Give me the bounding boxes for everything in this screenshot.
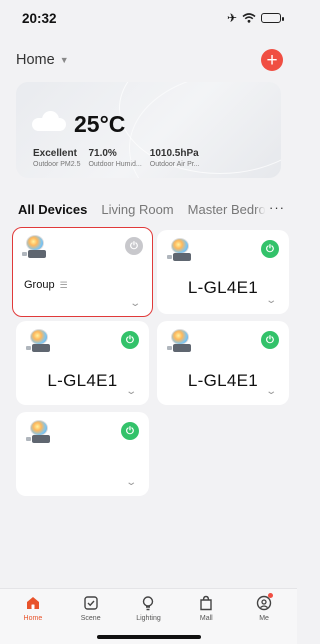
metric-value: Excellent [33,148,77,159]
nav-label: Mall [199,615,213,622]
power-button[interactable]: ⏻ [261,331,279,349]
tab-master-bedroom[interactable]: Master Bedro [188,202,266,217]
tab-living-room[interactable]: Living Room [101,202,173,217]
nav-label: Home [23,615,43,622]
weather-metrics: Excellent Outdoor PM2.5 71.0% Outdoor Hu… [33,148,200,168]
group-list-icon: ☰ [59,280,68,290]
metric-value: 1010.5hPa [149,148,199,159]
power-button[interactable]: ⏻ [121,422,139,440]
nav-label: Scene [80,615,101,622]
add-device-button[interactable]: + [261,49,283,71]
metric-value: 71.0% [88,148,117,159]
home-selector[interactable]: Home ▼ [16,52,69,68]
metric-humidity: 71.0% Outdoor Humid... [88,148,141,168]
more-tabs-button[interactable]: ··· [255,200,285,215]
temperature: 25°C [74,111,126,137]
chevron-down-icon[interactable]: ⌄ [129,298,141,309]
light-bulb-icon [22,235,48,261]
nav-label: Lighting [136,615,161,622]
chevron-down-icon[interactable]: ⌄ [125,386,137,397]
light-bulb-icon [26,329,52,355]
room-tabs: All Devices Living Room Master Bedro ··· [0,198,297,220]
bag-icon [197,594,215,612]
weather-card[interactable]: 25°C Excellent Outdoor PM2.5 71.0% Outdo… [16,82,281,178]
home-selector-label: Home [16,52,55,68]
scene-checkbox-icon [82,594,100,612]
device-name-text: Group [24,279,55,291]
home-indicator [97,635,201,639]
cloud-icon [32,111,66,131]
device-card[interactable]: ⏻ ⌄ [16,412,149,496]
device-card[interactable]: ⏻ L-GL4E1 ⌄ [157,230,289,314]
bulb-icon [139,594,157,612]
light-bulb-icon [167,238,193,264]
chevron-down-icon[interactable]: ⌄ [265,386,277,397]
chevron-down-icon[interactable]: ⌄ [125,477,137,488]
metric-label: Outdoor Air Pr... [149,161,200,168]
status-icons: ✈ [226,11,284,25]
device-name: Group ☰ [24,279,68,291]
power-button[interactable]: ⏻ [121,331,139,349]
nav-lighting[interactable]: Lighting [123,594,173,622]
metric-label: Outdoor PM2.5 [33,161,81,168]
notification-dot [268,593,274,598]
power-button[interactable]: ⏻ [261,240,279,258]
chevron-down-icon[interactable]: ⌄ [265,295,277,306]
metric-pm25: Excellent Outdoor PM2.5 [33,148,80,168]
power-button[interactable]: ⏻ [125,237,143,255]
profile-icon [255,593,274,612]
light-bulb-icon [167,329,193,355]
wifi-icon [242,13,256,23]
metric-air-pressure: 1010.5hPa Outdoor Air Pr... [150,148,200,168]
tab-all-devices[interactable]: All Devices [18,202,87,217]
nav-home[interactable]: Home [8,594,58,622]
battery-icon [261,13,284,23]
device-card[interactable]: ⏻ L-GL4E1 ⌄ [16,321,149,405]
status-bar: 20:32 ✈ [0,0,297,36]
airplane-icon: ✈ [226,11,237,25]
home-icon [24,594,42,612]
nav-label: Me [259,615,269,622]
metric-label: Outdoor Humid... [88,161,142,168]
header: Home ▼ + [0,46,297,74]
device-card[interactable]: ⏻ L-GL4E1 ⌄ [157,321,289,405]
nav-me[interactable]: Me [239,593,289,622]
nav-scene[interactable]: Scene [66,594,116,622]
nav-mall[interactable]: Mall [181,594,231,622]
caret-down-icon: ▼ [59,55,69,65]
device-card-group[interactable]: ⏻ Group ☰ ⌄ [12,227,153,317]
status-time: 20:32 [22,10,57,26]
light-bulb-icon [26,420,52,446]
